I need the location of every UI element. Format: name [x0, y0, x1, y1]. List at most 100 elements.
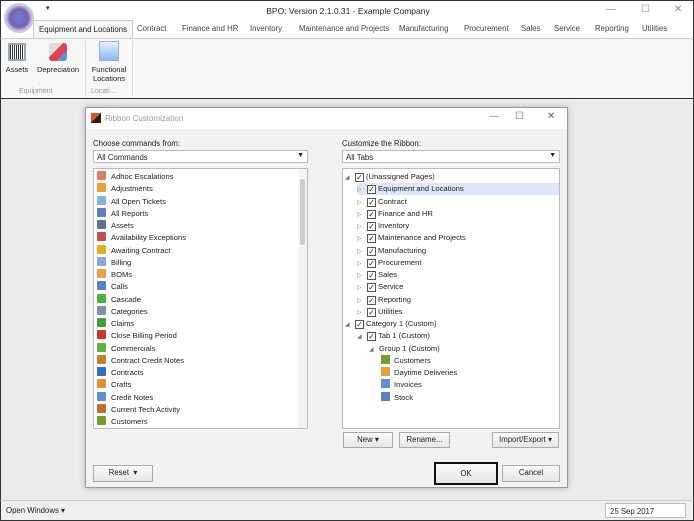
- minimize-button[interactable]: —: [606, 4, 616, 15]
- commands-scrollbar[interactable]: [298, 169, 307, 428]
- command-list-item[interactable]: Calls: [97, 281, 128, 293]
- tree-checkbox[interactable]: ✓: [367, 234, 376, 244]
- tree-node[interactable]: ▷ ✓ Inventory: [357, 220, 409, 232]
- command-list-item[interactable]: Availability Exceptions: [97, 232, 186, 244]
- tree-node[interactable]: ◢ Group 1 (Custom): [369, 343, 440, 355]
- expand-toggle-icon[interactable]: ▷: [357, 246, 367, 258]
- tree-checkbox[interactable]: ✓: [367, 209, 376, 219]
- expand-toggle-icon[interactable]: ▷: [357, 307, 367, 319]
- tab-sales[interactable]: Sales: [521, 24, 541, 33]
- command-list-item[interactable]: Customers: [97, 416, 148, 428]
- expand-toggle-icon[interactable]: ▷: [357, 221, 367, 233]
- tree-node[interactable]: ◢ ✓ Category 1 (Custom): [345, 318, 436, 330]
- ribbon-tree[interactable]: ◢ ✓ (Unassigned Pages) ▷ ✓ Equipment and Loca…: [342, 168, 560, 429]
- command-list-item[interactable]: Contract Credit Notes: [97, 354, 184, 367]
- tree-node[interactable]: Customers: [381, 354, 431, 367]
- command-list-item[interactable]: Awaiting Contract: [97, 244, 170, 257]
- tree-checkbox[interactable]: ✓: [367, 197, 376, 207]
- tree-checkbox[interactable]: ✓: [367, 283, 376, 293]
- tree-node[interactable]: ▷ ✓ Maintenance and Projects: [357, 232, 466, 244]
- expand-toggle-icon[interactable]: ▷: [357, 282, 367, 294]
- command-list-item[interactable]: Cascade: [97, 293, 141, 306]
- tree-checkbox[interactable]: ✓: [367, 307, 376, 317]
- commands-list[interactable]: Adhoc Escalations Adjustments All Open Tic…: [93, 168, 308, 429]
- tab-contract[interactable]: Contract: [137, 24, 166, 33]
- tree-node[interactable]: ◢ ✓ Tab 1 (Custom): [357, 330, 430, 342]
- tree-node[interactable]: ▷ ✓ Procurement: [357, 257, 421, 269]
- tree-node[interactable]: ◢ ✓ (Unassigned Pages): [345, 171, 435, 183]
- scrollbar-thumb[interactable]: [300, 179, 305, 245]
- tree-node[interactable]: ▷ ✓ Utilities: [357, 306, 402, 318]
- tab-finance-and-hr[interactable]: Finance and HR: [182, 24, 238, 33]
- app-logo-icon[interactable]: [4, 3, 34, 33]
- tree-checkbox[interactable]: ✓: [367, 258, 376, 268]
- tree-node[interactable]: Invoices: [381, 379, 422, 391]
- command-list-item[interactable]: Credit Notes: [97, 391, 153, 404]
- ok-button[interactable]: OK: [434, 462, 498, 485]
- command-list-item[interactable]: Current Tech Activity: [97, 403, 180, 416]
- tree-node[interactable]: ▷ ✓ Contract: [357, 196, 407, 208]
- date-field[interactable]: 25 Sep 2017: [605, 503, 686, 518]
- tab-service[interactable]: Service: [554, 24, 580, 33]
- tree-checkbox[interactable]: ✓: [367, 222, 376, 231]
- command-list-item[interactable]: All Open Tickets: [97, 195, 166, 208]
- tree-node[interactable]: ▷ ✓ Sales: [357, 269, 397, 281]
- command-list-item[interactable]: Contracts: [97, 367, 144, 379]
- command-list-item[interactable]: All Reports: [97, 207, 148, 220]
- tab-reporting[interactable]: Reporting: [595, 24, 629, 33]
- import-export-button[interactable]: Import/Export ▾: [492, 432, 559, 448]
- tree-node[interactable]: ▷ ✓ Finance and HR: [357, 208, 433, 220]
- cancel-button[interactable]: Cancel: [502, 465, 560, 482]
- command-list-item[interactable]: Debit Notes: [97, 428, 151, 429]
- expand-toggle-icon[interactable]: ▷: [357, 258, 367, 270]
- open-windows-menu[interactable]: Open Windows ▾: [6, 506, 65, 515]
- expand-toggle-icon[interactable]: ▷: [357, 270, 367, 282]
- tree-node[interactable]: Daytime Deliveries: [381, 367, 457, 379]
- tree-node[interactable]: ▷ ✓ Service: [357, 281, 403, 293]
- expand-toggle-icon[interactable]: ▷: [357, 184, 367, 196]
- command-list-item[interactable]: Claims: [97, 318, 134, 330]
- depreciation-button[interactable]: Depreciation: [35, 43, 81, 74]
- command-list-item[interactable]: Categories: [97, 305, 148, 318]
- expand-toggle-icon[interactable]: ▷: [357, 233, 367, 245]
- expand-toggle-icon[interactable]: ◢: [345, 319, 355, 331]
- new-button[interactable]: New ▾: [343, 432, 393, 448]
- tree-node[interactable]: Stock: [381, 391, 413, 404]
- tab-procurement[interactable]: Procurement: [464, 24, 509, 33]
- dialog-maximize-button[interactable]: ☐: [515, 111, 524, 122]
- expand-toggle-icon[interactable]: ▷: [357, 295, 367, 307]
- dialog-close-button[interactable]: ✕: [547, 111, 555, 122]
- tree-checkbox[interactable]: ✓: [355, 320, 364, 329]
- tree-node[interactable]: ▷ ✓ Reporting: [357, 294, 411, 306]
- commands-source-combo[interactable]: All Commands ▼: [93, 150, 308, 163]
- command-list-item[interactable]: Commercials: [97, 342, 155, 355]
- functional-locations-button[interactable]: Functional Locations: [89, 41, 129, 83]
- tree-checkbox[interactable]: ✓: [367, 246, 376, 256]
- rename-button[interactable]: Rename...: [399, 432, 450, 448]
- tab-equipment-and-locations[interactable]: Equipment and Locations: [33, 20, 133, 39]
- command-list-item[interactable]: Adhoc Escalations: [97, 171, 173, 183]
- tab-utilities[interactable]: Utilities: [642, 24, 667, 33]
- tree-checkbox[interactable]: ✓: [367, 295, 376, 305]
- tree-node[interactable]: ▷ ✓ Manufacturing: [357, 245, 426, 257]
- tree-checkbox[interactable]: ✓: [367, 185, 376, 195]
- command-list-item[interactable]: Close Billing Period: [97, 330, 177, 342]
- expand-toggle-icon[interactable]: ◢: [345, 172, 355, 184]
- command-list-item[interactable]: Crafts: [97, 379, 131, 391]
- expand-toggle-icon[interactable]: ▷: [357, 209, 367, 221]
- tree-checkbox[interactable]: ✓: [367, 271, 376, 280]
- expand-toggle-icon[interactable]: ▷: [357, 197, 367, 209]
- command-list-item[interactable]: Assets: [97, 220, 134, 232]
- maximize-button[interactable]: ☐: [641, 4, 650, 15]
- command-list-item[interactable]: Billing: [97, 256, 131, 269]
- dialog-minimize-button[interactable]: —: [489, 111, 499, 122]
- expand-toggle-icon[interactable]: ◢: [357, 331, 367, 343]
- command-list-item[interactable]: BOMs: [97, 269, 132, 281]
- tree-checkbox[interactable]: ✓: [355, 173, 364, 182]
- tab-maintenance-and-projects[interactable]: Maintenance and Projects: [299, 24, 389, 33]
- quick-access-dropdown[interactable]: ▾: [46, 4, 50, 12]
- reset-button[interactable]: Reset ▾: [93, 465, 153, 482]
- tab-inventory[interactable]: Inventory: [250, 24, 282, 33]
- close-button[interactable]: ✕: [674, 4, 682, 15]
- assets-button[interactable]: Assets: [5, 43, 29, 74]
